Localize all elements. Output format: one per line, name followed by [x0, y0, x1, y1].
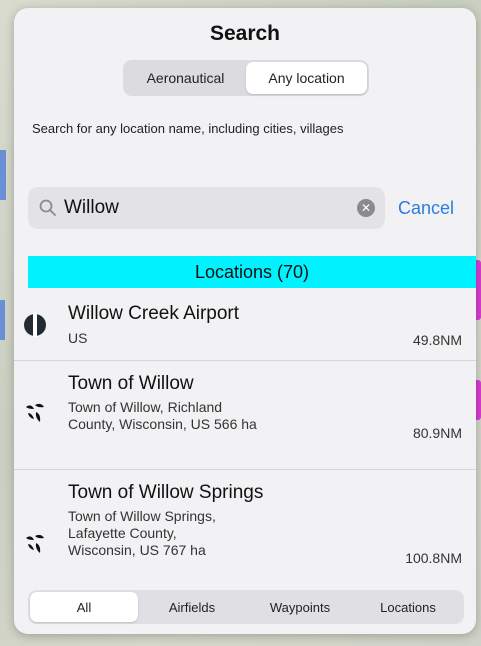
tab-waypoints[interactable]: Waypoints: [246, 592, 354, 622]
results-list[interactable]: Willow Creek Airport US 49.8NM Town of W…: [14, 290, 476, 598]
search-icon: [39, 199, 56, 216]
town-icon: [26, 534, 44, 553]
tab-aeronautical[interactable]: Aeronautical: [125, 62, 246, 94]
result-name: Willow Creek Airport: [68, 303, 240, 324]
list-item[interactable]: Town of Willow Springs Town of Willow Sp…: [14, 470, 476, 598]
map-overlay-blue: [0, 300, 5, 340]
result-subtitle: US: [68, 330, 88, 346]
filter-tabs[interactable]: All Airfields Waypoints Locations: [28, 590, 464, 624]
search-hint: Search for any location name, including …: [32, 121, 344, 136]
tab-airfields[interactable]: Airfields: [138, 592, 246, 622]
section-header: Locations (70): [28, 256, 476, 288]
search-bar[interactable]: ✕: [28, 187, 385, 229]
list-item[interactable]: Town of Willow Town of Willow, Richland …: [14, 361, 476, 470]
result-distance: 100.8NM: [405, 550, 462, 566]
result-distance: 80.9NM: [412, 425, 462, 441]
search-mode-segmented-control[interactable]: Aeronautical Any location: [123, 60, 369, 96]
town-icon: [26, 403, 44, 422]
result-subtitle: Town of Willow Springs, Lafayette County…: [68, 508, 216, 558]
map-overlay-blue: [0, 150, 6, 200]
tab-locations[interactable]: Locations: [354, 592, 462, 622]
search-input[interactable]: [64, 197, 351, 219]
clear-search-icon[interactable]: ✕: [357, 199, 375, 217]
result-distance: 49.8NM: [412, 332, 462, 348]
airport-icon: [24, 313, 46, 337]
result-name: Town of Willow Springs: [68, 482, 264, 503]
tab-any-location[interactable]: Any location: [246, 62, 367, 94]
tab-all[interactable]: All: [30, 592, 138, 622]
result-subtitle: Town of Willow, Richland County, Wiscons…: [68, 399, 257, 432]
panel-title: Search: [209, 22, 281, 45]
result-name: Town of Willow: [68, 373, 194, 394]
search-panel: Search Aeronautical Any location Search …: [14, 8, 476, 634]
cancel-button[interactable]: Cancel: [398, 198, 454, 219]
list-item[interactable]: Willow Creek Airport US 49.8NM: [14, 290, 476, 361]
